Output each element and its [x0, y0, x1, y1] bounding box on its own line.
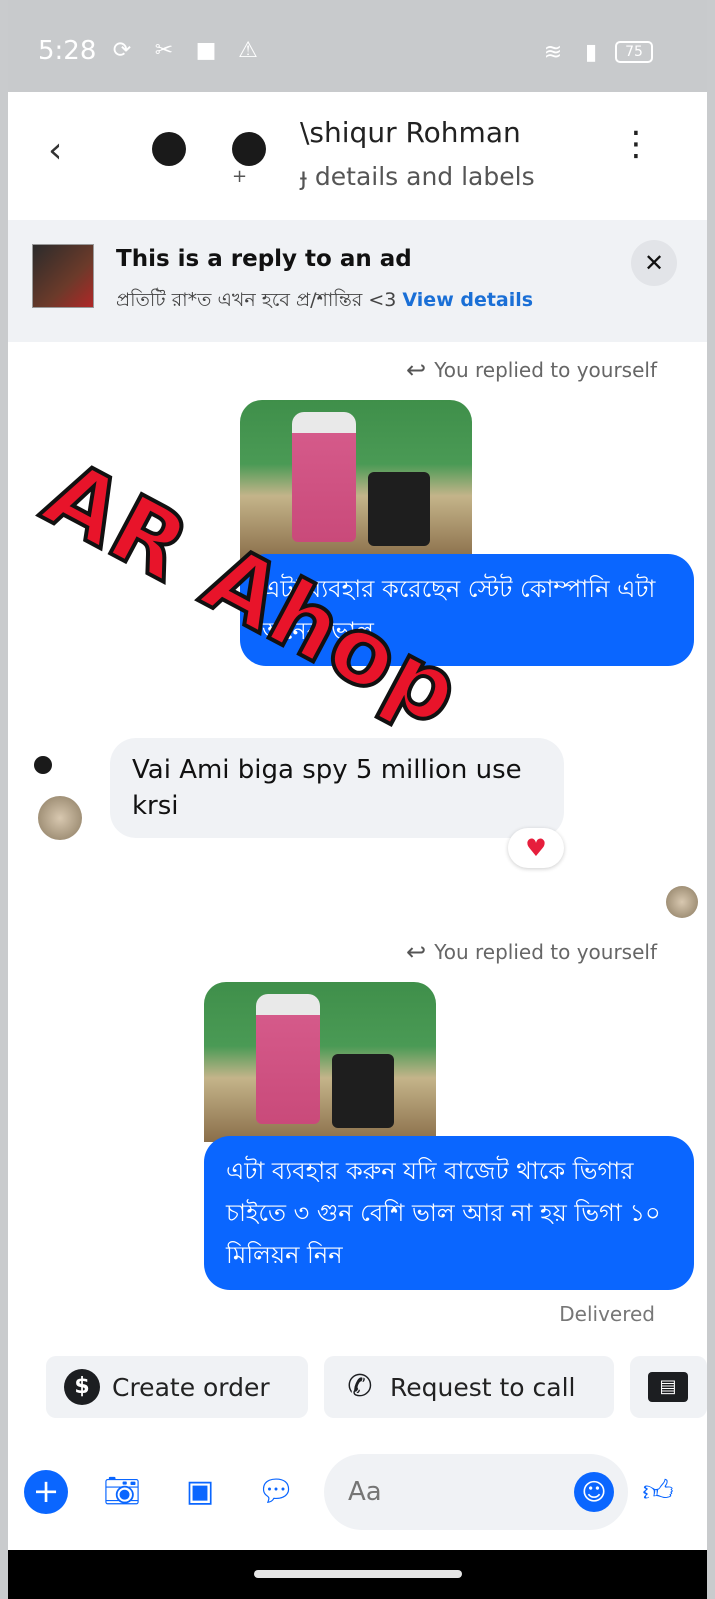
- incoming-message[interactable]: Vai Ami biga spy 5 million use krsi: [110, 738, 564, 838]
- ad-caption: প্রতিটি রা*ত এখন হবে প্র/শান্তির <3: [116, 289, 397, 311]
- contact-card-icon: ▤: [648, 1372, 688, 1402]
- navigation-bar: [8, 1550, 707, 1599]
- gallery-icon[interactable]: ▣: [178, 1470, 222, 1514]
- create-order-button[interactable]: $ Create order: [46, 1356, 308, 1418]
- signal-icon: ▮: [584, 39, 598, 65]
- more-options-icon[interactable]: ⋮: [619, 127, 653, 161]
- capcut-icon: ✂: [154, 37, 174, 63]
- reply-note: ↩ You replied to yourself: [406, 938, 657, 966]
- reply-note-text: You replied to yourself: [434, 358, 657, 382]
- reply-note: ↩ You replied to yourself: [406, 356, 657, 384]
- seen-avatar: [666, 886, 698, 918]
- cup-image: [368, 472, 430, 546]
- chat-bubble-icon[interactable]: 💬︎: [254, 1470, 298, 1514]
- plus-icon[interactable]: +: [24, 1470, 68, 1514]
- ad-text: প্রতিটি রা*ত এখন হবে প্র/শান্তির <3 View…: [116, 286, 533, 318]
- home-gesture-bar[interactable]: [254, 1570, 462, 1578]
- reply-icon: ↩: [406, 938, 427, 966]
- warning-icon: ⚠: [238, 37, 258, 63]
- request-call-label: Request to call: [390, 1372, 576, 1402]
- chat-header: ‹ + \shiqur Rohman ɟ details and labels …: [8, 92, 707, 220]
- avatar: [34, 756, 52, 774]
- avatar[interactable]: [152, 132, 186, 166]
- status-time: 5:28: [38, 36, 97, 66]
- reply-note-text: You replied to yourself: [434, 940, 657, 964]
- view-details-link[interactable]: View details: [402, 289, 533, 311]
- sync-icon: ⟳: [112, 37, 132, 63]
- camera-icon[interactable]: 📷︎: [100, 1470, 144, 1514]
- ad-reply-banner: This is a reply to an ad প্রতিটি রা*ত এখ…: [8, 220, 707, 342]
- phone-plus-icon: ✆: [347, 1369, 373, 1404]
- avatar[interactable]: [38, 796, 82, 840]
- thumbs-up-icon[interactable]: 👍︎: [636, 1470, 680, 1514]
- create-order-label: Create order: [112, 1372, 270, 1402]
- dollar-icon: $: [64, 1369, 100, 1405]
- spray-bottle-image: [292, 412, 356, 542]
- ad-thumbnail[interactable]: [32, 244, 94, 308]
- replied-image[interactable]: [204, 982, 436, 1142]
- delivered-status: Delivered: [559, 1302, 655, 1326]
- back-arrow-icon[interactable]: ‹: [48, 130, 62, 171]
- request-to-call-button[interactable]: ✆ Request to call: [324, 1356, 614, 1418]
- outgoing-message[interactable]: এটা ব্যবহার করেছেন স্টেট কোম্পানি এটা অন…: [240, 554, 694, 666]
- cup-image: [332, 1054, 394, 1128]
- contact-card-button[interactable]: ▤: [630, 1356, 707, 1418]
- contact-subtitle[interactable]: ɟ details and labels: [300, 162, 535, 191]
- avatar[interactable]: [232, 132, 266, 166]
- spray-bottle-image: [256, 994, 320, 1124]
- replied-image[interactable]: [240, 400, 472, 560]
- wifi-icon: ≋: [543, 39, 563, 65]
- composer: + 📷︎ ▣ 💬︎ ☺ 👍︎: [8, 1440, 707, 1550]
- heart-reaction-icon[interactable]: ♥: [508, 828, 564, 868]
- contact-name[interactable]: \shiqur Rohman: [300, 116, 521, 149]
- ad-title: This is a reply to an ad: [116, 246, 412, 272]
- status-bar: 5:28 ⟳ ✂ ■ ⚠ ≋ ▮ 75: [8, 0, 707, 92]
- close-icon[interactable]: ✕: [631, 240, 677, 286]
- screen: 5:28 ⟳ ✂ ■ ⚠ ≋ ▮ 75 ‹ + \shiqur Rohman ɟ…: [8, 0, 707, 1599]
- outgoing-message[interactable]: এটা ব্যবহার করুন যদি বাজেট থাকে ভিগার চা…: [204, 1136, 694, 1290]
- reply-icon: ↩: [406, 356, 427, 384]
- app-square-icon: ■: [195, 37, 217, 63]
- battery-icon: 75: [615, 41, 653, 63]
- emoji-icon[interactable]: ☺: [574, 1472, 614, 1512]
- plus-icon: +: [232, 166, 248, 187]
